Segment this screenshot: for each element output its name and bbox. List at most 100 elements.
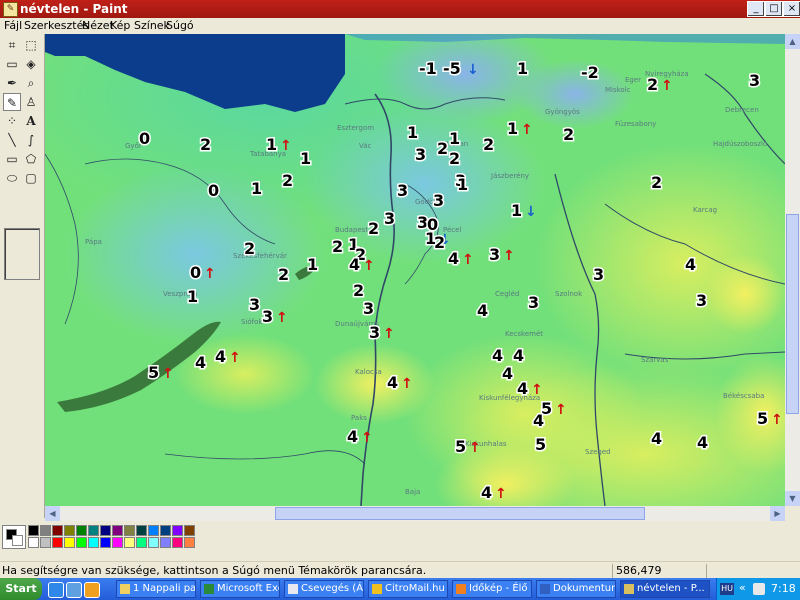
background-color[interactable] [12, 535, 23, 546]
volume-icon[interactable] [753, 583, 765, 595]
minimize-button[interactable]: _ [747, 1, 765, 17]
line-icon[interactable]: ╲ [3, 131, 21, 149]
vertical-scroll-thumb[interactable] [786, 214, 799, 414]
task-button-folder[interactable]: 1 Nappali pap... [116, 580, 196, 598]
palette-swatch[interactable] [148, 537, 159, 548]
palette-swatch[interactable] [160, 525, 171, 536]
palette-swatch[interactable] [172, 537, 183, 548]
brush-icon[interactable]: ♙ [22, 93, 40, 111]
palette-swatch[interactable] [172, 525, 183, 536]
pencil-icon[interactable]: ✎ [3, 93, 21, 111]
palette-swatch[interactable] [184, 525, 195, 536]
palette-swatch[interactable] [76, 537, 87, 548]
station-value: 4 [387, 373, 398, 392]
menu-file[interactable]: Fájl [4, 19, 22, 33]
scroll-left-icon[interactable]: ◀ [45, 506, 60, 521]
start-button[interactable]: Start [0, 578, 42, 600]
palette-swatch[interactable] [148, 525, 159, 536]
rounded-rect-icon[interactable]: ▢ [22, 169, 40, 187]
clock[interactable]: 7:18 [771, 582, 796, 595]
canvas-area[interactable]: Nyíregyháza Miskolc Gyöngyös Eger Füzesa… [45, 34, 785, 506]
menu-help[interactable]: Súgó [166, 19, 194, 33]
cursor-coordinates: 586,479 [616, 564, 662, 577]
task-button-idokep[interactable]: Időkép - Élő i... [452, 580, 532, 598]
station-value: 4 [697, 433, 708, 452]
browser-icon[interactable] [84, 582, 100, 598]
ellipse-icon[interactable]: ⬭ [3, 169, 21, 187]
palette-swatch[interactable] [136, 525, 147, 536]
palette-swatch[interactable] [40, 537, 51, 548]
paint-app-icon[interactable]: ✎ [3, 2, 18, 17]
word-icon [540, 584, 550, 594]
town-label: Szolnok [555, 290, 583, 298]
scroll-up-icon[interactable]: ▲ [785, 34, 800, 49]
palette-swatch[interactable] [112, 525, 123, 536]
tool-options-box[interactable] [4, 228, 40, 280]
task-button-excel[interactable]: Microsoft Exc... [200, 580, 280, 598]
palette-swatch[interactable] [64, 525, 75, 536]
station-value: 1 [457, 175, 468, 194]
task-button-citromail[interactable]: CitroMail.hu -... [368, 580, 448, 598]
palette-swatch[interactable] [88, 537, 99, 548]
arrow-up-icon: ↑ [771, 412, 783, 428]
station-value: 4 [685, 255, 696, 274]
excel-icon [204, 584, 214, 594]
palette-swatch[interactable] [76, 525, 87, 536]
palette-swatch[interactable] [160, 537, 171, 548]
station-value: 1 [307, 255, 318, 274]
color-picker-icon[interactable]: ✒ [3, 74, 21, 92]
curve-icon[interactable]: ∫ [22, 131, 40, 149]
tray-expand-icon[interactable]: « [739, 581, 746, 594]
palette-swatch[interactable] [124, 537, 135, 548]
arrow-up-icon: ↑ [401, 376, 413, 392]
station-value: 5 [148, 363, 159, 382]
palette-swatch[interactable] [28, 525, 39, 536]
airbrush-icon[interactable]: ⁘ [3, 112, 21, 130]
fill-icon[interactable]: ◈ [22, 55, 40, 73]
palette-swatch[interactable] [184, 537, 195, 548]
palette-swatch[interactable] [52, 525, 63, 536]
scroll-down-icon[interactable]: ▼ [785, 491, 800, 506]
free-select-icon[interactable]: ⌗ [3, 36, 21, 54]
palette-swatch[interactable] [136, 537, 147, 548]
language-indicator[interactable]: HU [720, 583, 734, 595]
weather-map-image[interactable]: Nyíregyháza Miskolc Gyöngyös Eger Füzesa… [45, 34, 785, 506]
horizontal-scroll-thumb[interactable] [275, 507, 645, 520]
palette-swatch[interactable] [88, 525, 99, 536]
palette-swatch[interactable] [112, 537, 123, 548]
horizontal-scrollbar[interactable]: ◀ ▶ [45, 506, 785, 521]
palette-swatch[interactable] [100, 537, 111, 548]
menu-edit[interactable]: Szerkesztés [24, 19, 89, 33]
eraser-icon[interactable]: ▭ [3, 55, 21, 73]
town-label: Jászberény [490, 172, 529, 180]
station-value: 0 [190, 263, 201, 282]
ie-icon[interactable] [48, 582, 64, 598]
palette-swatch[interactable] [52, 537, 63, 548]
palette-swatch[interactable] [64, 537, 75, 548]
task-button-document[interactable]: Dokumentum... [536, 580, 616, 598]
task-button-paint[interactable]: névtelen - P... [620, 580, 710, 598]
menu-image[interactable]: Kép [110, 19, 130, 33]
menu-colors[interactable]: Színek [134, 19, 170, 33]
current-colors[interactable] [2, 525, 26, 549]
palette-swatch[interactable] [124, 525, 135, 536]
close-button[interactable]: × [783, 1, 800, 17]
palette-swatch[interactable] [28, 537, 39, 548]
station-value: -1 [419, 59, 437, 78]
maximize-button[interactable]: □ [765, 1, 783, 17]
title-bar[interactable]: ✎ névtelen - Paint _ □ × [0, 0, 800, 18]
magnifier-icon[interactable]: ⌕ [22, 74, 40, 92]
rectangle-icon[interactable]: ▭ [3, 150, 21, 168]
town-label: Paks [351, 414, 367, 422]
vertical-scrollbar[interactable]: ▲ ▼ [785, 34, 800, 506]
palette-swatch[interactable] [100, 525, 111, 536]
rect-select-icon[interactable]: ⬚ [22, 36, 40, 54]
polygon-icon[interactable]: ⬠ [22, 150, 40, 168]
text-icon[interactable]: A [22, 112, 40, 130]
station-value: 2 [278, 265, 289, 284]
station-value: 4 [502, 364, 513, 383]
scroll-right-icon[interactable]: ▶ [770, 506, 785, 521]
desktop-icon[interactable] [66, 582, 82, 598]
task-button-chat[interactable]: Csevegés (Á l... [284, 580, 364, 598]
palette-swatch[interactable] [40, 525, 51, 536]
